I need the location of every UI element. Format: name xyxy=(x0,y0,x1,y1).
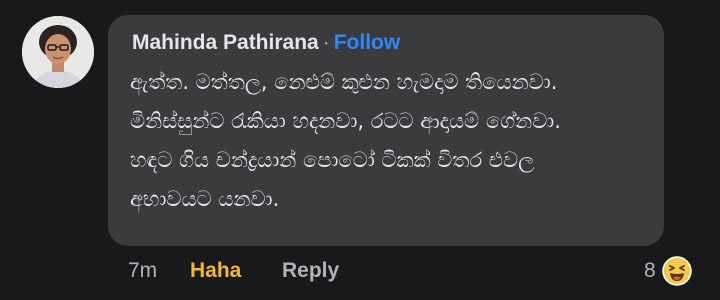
reaction-count: 8 xyxy=(644,259,656,282)
comment-header: Mahinda Pathirana · Follow xyxy=(132,31,400,55)
comment-actions: 7m Haha Reply xyxy=(128,256,339,286)
comment-line: අභාවයට යනවා. xyxy=(130,187,280,211)
avatar-photo-icon xyxy=(22,16,94,88)
author-name[interactable]: Mahinda Pathirana xyxy=(132,31,319,54)
comment-line: මිනිස්සුන්ට රැකියා හදනවා, රටට ආදායම් ගේන… xyxy=(130,109,561,133)
reaction-summary[interactable]: 8 xyxy=(644,256,692,286)
comment-line: ඇත්ත. මත්තල, නෙළුම් කුළුන හැමදාම තියෙනවා… xyxy=(130,70,558,94)
separator-dot: · xyxy=(322,31,330,54)
follow-link[interactable]: Follow xyxy=(334,31,401,54)
haha-emoji-icon xyxy=(661,256,692,286)
comment-bubble: Mahinda Pathirana · Follow ඇත්ත. මත්තල, නෙ… xyxy=(108,15,664,246)
avatar[interactable] xyxy=(22,16,94,88)
haha-reaction-button[interactable]: Haha xyxy=(190,256,282,286)
comment-text: ඇත්ත. මත්තල, නෙළුම් කුළුන හැමදාම තියෙනවා… xyxy=(130,63,650,219)
comment-line: හඳට ගිය චන්ද්‍රයාන් පොටෝ ටිකක් විතර එවල xyxy=(130,148,535,172)
comment-timestamp[interactable]: 7m xyxy=(128,256,190,286)
reply-button[interactable]: Reply xyxy=(282,259,339,282)
